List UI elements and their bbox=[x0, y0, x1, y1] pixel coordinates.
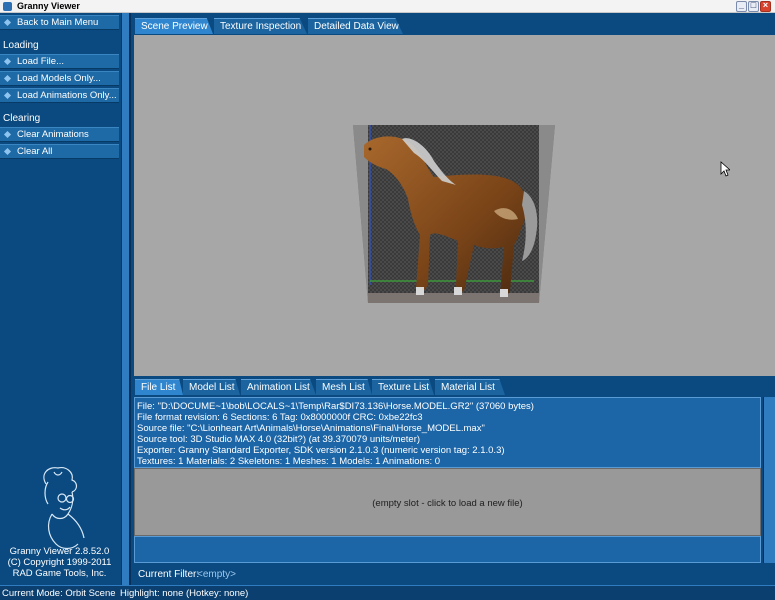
clear-animations-label: Clear Animations bbox=[17, 129, 89, 140]
version-text: Granny Viewer 2.8.52.0 bbox=[9, 546, 110, 557]
tab-texture-list[interactable]: Texture List bbox=[372, 379, 434, 395]
sidebar-splitter[interactable] bbox=[121, 13, 131, 585]
back-to-main-menu-button[interactable]: Back to Main Menu bbox=[0, 15, 119, 30]
scene-viewport[interactable] bbox=[134, 35, 775, 382]
tab-texture-inspection[interactable]: Texture Inspection bbox=[214, 18, 307, 34]
load-file-label: Load File... bbox=[17, 56, 64, 67]
current-filter-value[interactable]: <empty> bbox=[197, 569, 236, 580]
tab-animation-list[interactable]: Animation List bbox=[241, 379, 316, 395]
diamond-bullet-icon bbox=[3, 18, 12, 27]
tab-file-list[interactable]: File List bbox=[135, 379, 183, 395]
source-tool-line: Source tool: 3D Studio MAX 4.0 (32bit?) … bbox=[137, 434, 421, 445]
top-tab-strip: Scene Preview Texture Inspection Detaile… bbox=[132, 13, 775, 35]
file-format-line: File format revision: 6 Sections: 6 Tag:… bbox=[137, 412, 423, 423]
diamond-bullet-icon bbox=[3, 130, 12, 139]
empty-file-slot[interactable]: (empty slot - click to load a new file) bbox=[134, 468, 761, 536]
file-path-line: File: "D:\DOCUME~1\bob\LOCALS~1\Temp\Rar… bbox=[137, 401, 534, 412]
maximize-icon: □ bbox=[750, 0, 757, 10]
status-bar: Current Mode: Orbit Scene Highlight: non… bbox=[0, 585, 775, 600]
diamond-bullet-icon bbox=[3, 147, 12, 156]
empty-slot-text: (empty slot - click to load a new file) bbox=[372, 498, 523, 509]
back-to-main-menu-label: Back to Main Menu bbox=[17, 17, 99, 28]
mouse-cursor-icon bbox=[720, 161, 730, 177]
clear-all-label: Clear All bbox=[17, 146, 53, 157]
tab-mesh-list[interactable]: Mesh List bbox=[316, 379, 372, 395]
scene-render bbox=[353, 125, 555, 303]
loading-header: Loading bbox=[3, 40, 39, 51]
load-file-button[interactable]: Load File... bbox=[0, 54, 119, 69]
granny-logo-icon bbox=[43, 467, 85, 550]
diamond-bullet-icon bbox=[3, 74, 12, 83]
app-icon bbox=[3, 2, 12, 11]
file-info-panel[interactable]: File: "D:\DOCUME~1\bob\LOCALS~1\Temp\Rar… bbox=[134, 397, 761, 468]
diamond-bullet-icon bbox=[3, 91, 12, 100]
close-button[interactable]: × bbox=[760, 0, 771, 12]
clearing-header: Clearing bbox=[3, 113, 41, 124]
clear-all-button[interactable]: Clear All bbox=[0, 144, 119, 159]
window-title: Granny Viewer bbox=[17, 1, 80, 11]
current-mode-text: Current Mode: Orbit Scene bbox=[2, 588, 116, 599]
clear-animations-button[interactable]: Clear Animations bbox=[0, 127, 119, 142]
exporter-line: Exporter: Granny Standard Exporter, SDK … bbox=[137, 445, 505, 456]
title-bar: Granny Viewer _ □ × bbox=[0, 0, 775, 13]
list-scrollbar[interactable] bbox=[763, 397, 775, 563]
tab-detailed-data-view[interactable]: Detailed Data View bbox=[308, 18, 403, 34]
credits: Granny Viewer 2.8.52.0 (C) Copyright 199… bbox=[0, 546, 119, 579]
tab-material-list[interactable]: Material List bbox=[435, 379, 505, 395]
maximize-button[interactable]: □ bbox=[748, 0, 759, 12]
filter-bar: Current Filter: <empty> bbox=[132, 563, 775, 584]
file-list-area[interactable] bbox=[134, 536, 761, 563]
diamond-bullet-icon bbox=[3, 57, 12, 66]
current-filter-label: Current Filter: bbox=[138, 569, 200, 580]
minimize-button[interactable]: _ bbox=[736, 0, 747, 12]
tab-scene-preview[interactable]: Scene Preview bbox=[135, 18, 213, 34]
counts-line: Textures: 1 Materials: 2 Skeletons: 1 Me… bbox=[137, 456, 441, 467]
load-animations-only-label: Load Animations Only... bbox=[17, 90, 117, 101]
bottom-tab-strip: File List Model List Animation List Mesh… bbox=[132, 376, 775, 397]
load-animations-only-button[interactable]: Load Animations Only... bbox=[0, 88, 119, 103]
source-file-line: Source file: "C:\Lionheart Art\Animals\H… bbox=[137, 423, 485, 434]
load-models-only-button[interactable]: Load Models Only... bbox=[0, 71, 119, 86]
minimize-icon: _ bbox=[738, 0, 744, 10]
highlight-text: Highlight: none (Hotkey: none) bbox=[120, 588, 249, 599]
tab-model-list[interactable]: Model List bbox=[183, 379, 240, 395]
sidebar: Back to Main Menu Loading Load File... L… bbox=[0, 13, 121, 585]
close-icon: × bbox=[762, 0, 769, 10]
copyright-text: (C) Copyright 1999-2011 bbox=[7, 557, 112, 568]
load-models-only-label: Load Models Only... bbox=[17, 73, 101, 84]
company-text: RAD Game Tools, Inc. bbox=[12, 568, 107, 579]
